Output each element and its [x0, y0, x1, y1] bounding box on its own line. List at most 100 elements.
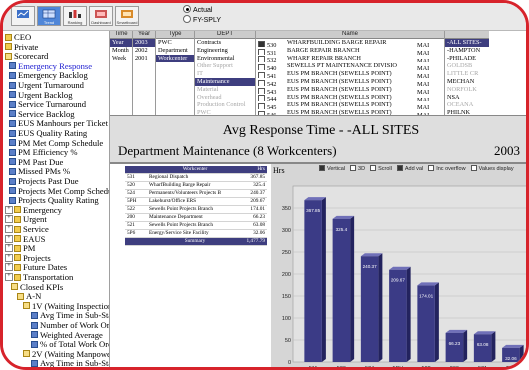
- site-option[interactable]: -HAMPTON: [445, 47, 489, 55]
- name-option[interactable]: 541 EUS PM BRANCH (SEWELLS POINT) MAI: [256, 70, 444, 78]
- dept-option[interactable]: PWC: [195, 109, 255, 115]
- year-option[interactable]: 2002: [133, 47, 155, 55]
- tree-item[interactable]: Emergency Backlog: [9, 70, 88, 80]
- tree-item[interactable]: + Emergency: [5, 205, 62, 215]
- tree-item[interactable]: Weighted Average: [31, 330, 103, 340]
- graph-button[interactable]: [11, 6, 35, 26]
- dept-option[interactable]: Maintenance: [195, 77, 255, 86]
- table-row[interactable]: 524 Permanents/Volunteers Projects B 240.3…: [125, 190, 267, 198]
- expand-icon[interactable]: +: [5, 263, 13, 272]
- radio-actual[interactable]: Actual: [183, 5, 212, 15]
- time-option[interactable]: Month: [110, 47, 132, 55]
- smartboard-button[interactable]: Smartboard: [115, 6, 139, 26]
- expand-icon[interactable]: +: [5, 225, 13, 234]
- tree-item[interactable]: Projects Quality Rating: [9, 195, 99, 205]
- year-option[interactable]: 2001: [133, 55, 155, 63]
- tree-item[interactable]: Avg Time in Sub-Status: [31, 358, 109, 367]
- name-option[interactable]: 531 BARGE REPAIR BRANCH MAI: [256, 47, 444, 55]
- tree-item[interactable]: Closed KPIs: [11, 282, 63, 292]
- name-option[interactable]: 545 EUS PM BRANCH (SEWELLS POINT) MAI: [256, 101, 444, 110]
- dept-column[interactable]: DEPT Contracts Engineering Environmental Ot…: [195, 31, 256, 115]
- tree-item[interactable]: + Service: [5, 224, 49, 234]
- tree-item[interactable]: Private: [5, 42, 38, 52]
- tree-item[interactable]: + Urgent: [5, 214, 47, 224]
- tree-item[interactable]: Missed PMs %: [9, 166, 70, 176]
- checkbox[interactable]: [258, 56, 265, 63]
- expand-icon[interactable]: +: [5, 234, 13, 243]
- year-column[interactable]: Year 2003 2002 2001: [133, 31, 156, 115]
- tree-item[interactable]: PM Efficiency %: [9, 147, 78, 157]
- table-row[interactable]: 520 WharfBuilding Barge Repair 325.4: [125, 182, 267, 190]
- dept-option[interactable]: Engineering: [195, 47, 255, 55]
- name-option[interactable]: 543 EUS PM BRANCH (SEWELLS POINT) MAI: [256, 86, 444, 94]
- trend-button[interactable]: Trend: [37, 6, 61, 26]
- site-option[interactable]: LITTLE CR: [445, 70, 489, 78]
- tree-item[interactable]: Number of Work Orders: [31, 320, 109, 330]
- name-column[interactable]: Name 530 WHARFBUILDING BARGE REPAIR MAI 531…: [256, 31, 445, 115]
- site-option[interactable]: OCEANA: [445, 101, 489, 109]
- site-option[interactable]: NSA: [445, 94, 489, 102]
- tree-item[interactable]: Projects Met Comp Schedule: [9, 186, 109, 196]
- dept-option[interactable]: Other Support: [195, 62, 255, 70]
- option-checkbox[interactable]: [319, 165, 325, 171]
- tree-item[interactable]: EUS Manhours per Ticket: [9, 118, 108, 128]
- time-column[interactable]: Time Year Month Week: [110, 31, 133, 115]
- time-option[interactable]: Year: [110, 39, 132, 47]
- option-checkbox[interactable]: [470, 165, 477, 171]
- tree-item[interactable]: Urgent Backlog: [9, 90, 73, 100]
- type-column[interactable]: Type PWC Department Workcenter: [156, 31, 195, 115]
- name-option[interactable]: 544 EUS PM BRANCH (SEWELLS POINT) MAI: [256, 94, 444, 102]
- chart-options[interactable]: Vertical 3D Scroll Add val Inc overflow Value…: [319, 165, 519, 172]
- dashboard-button[interactable]: Dashboard: [89, 6, 113, 26]
- checkbox[interactable]: [258, 103, 265, 110]
- site-option[interactable]: NORFOLK: [445, 86, 489, 94]
- name-option[interactable]: 540 SEWELLS PT MAINTENANCE DIVISIO MAI: [256, 62, 444, 71]
- checkbox[interactable]: [258, 40, 265, 47]
- checkbox[interactable]: [258, 87, 265, 94]
- radio-fy-sply[interactable]: FY-SPLY: [183, 15, 221, 25]
- name-option[interactable]: 546EUS PM BRANCH (SEWELLS POINT)MAI: [256, 109, 444, 115]
- tree-item[interactable]: + Future Dates: [5, 262, 67, 272]
- checkbox[interactable]: [258, 48, 265, 55]
- tree-item[interactable]: Emergency Response: [9, 61, 92, 71]
- tree-item[interactable]: PM Met Comp Schedule: [9, 138, 103, 148]
- tree-item[interactable]: Urgent Turnaround: [9, 80, 84, 90]
- tree-item[interactable]: Service Turnaround: [9, 99, 86, 109]
- checkbox[interactable]: [258, 79, 265, 86]
- tree-item[interactable]: % of Total Work Orders: [31, 339, 109, 349]
- type-option[interactable]: Workcenter: [156, 54, 194, 63]
- dept-option[interactable]: Environmental: [195, 55, 255, 63]
- option-checkbox[interactable]: [350, 165, 357, 171]
- site-option[interactable]: -PHILADE: [445, 55, 489, 63]
- type-option[interactable]: Department: [156, 47, 194, 55]
- table-row[interactable]: 521 Sewells Point Projects Branch 63.08: [125, 222, 267, 230]
- site-option[interactable]: MECHAN: [445, 78, 489, 86]
- name-option[interactable]: 542 EUS PM BRANCH (SEWELLS POINT) MAI: [256, 78, 444, 86]
- tree-item[interactable]: 2V (Waiting Manpower): [23, 349, 109, 359]
- dept-option[interactable]: Production Control: [195, 101, 255, 109]
- dept-option[interactable]: Contracts: [195, 39, 255, 47]
- tree-item[interactable]: + Projects: [5, 253, 51, 263]
- tree-item[interactable]: Avg Time in Sub-Status: [31, 310, 109, 320]
- site-option[interactable]: GOLDSB: [445, 62, 489, 70]
- tree-item[interactable]: EUS Quality Rating: [9, 128, 87, 138]
- tree-item[interactable]: Service Backlog: [9, 109, 75, 119]
- site-column[interactable]: -ALL SITES- -HAMPTON -PHILADE GOLDSB LITTLE …: [445, 31, 489, 115]
- tree-item[interactable]: A-N: [17, 291, 41, 301]
- ranking-button[interactable]: Ranking: [63, 6, 87, 26]
- checkbox[interactable]: [258, 111, 265, 115]
- table-row[interactable]: 200 Maintenance Department 66.23: [125, 214, 267, 222]
- expand-icon[interactable]: +: [5, 215, 13, 224]
- tree-item[interactable]: 1V (Waiting Inspection): [23, 301, 109, 311]
- checkbox[interactable]: [258, 72, 265, 78]
- table-row[interactable]: 531 Regional Dispatch 367.85: [125, 174, 267, 182]
- table-row[interactable]: 5PH Lakehurst/Office ERS 209.67: [125, 198, 267, 206]
- option-checkbox[interactable]: [396, 165, 403, 171]
- option-checkbox[interactable]: [370, 165, 377, 171]
- expand-icon[interactable]: +: [5, 253, 13, 262]
- dept-option[interactable]: Overhead: [195, 94, 255, 102]
- checkbox[interactable]: [258, 64, 265, 71]
- tree-item[interactable]: + Transportation: [5, 272, 73, 282]
- tree-item[interactable]: PM Past Due: [9, 157, 63, 167]
- expand-icon[interactable]: +: [5, 273, 13, 282]
